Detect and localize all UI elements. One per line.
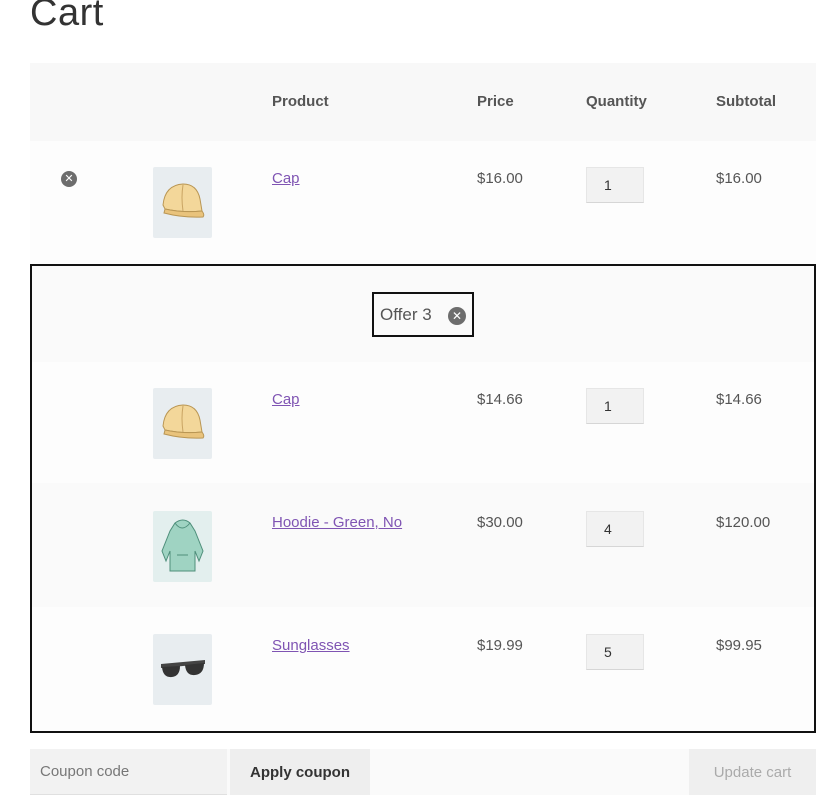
quantity-input[interactable]: 1	[586, 388, 644, 424]
offer-label: Offer 3	[380, 305, 432, 324]
header-price: Price	[477, 93, 514, 110]
coupon-input[interactable]	[30, 749, 227, 795]
cart-actions: Apply coupon Update cart	[30, 749, 816, 795]
offer-header: Offer 3 ✕	[32, 266, 814, 362]
header-subtotal: Subtotal	[716, 93, 776, 110]
sunglasses-image[interactable]	[153, 634, 212, 705]
table-row: Cap $14.66 1 $14.66	[32, 362, 814, 483]
offer-badge: Offer 3 ✕	[372, 292, 474, 337]
cap-image[interactable]	[153, 388, 212, 459]
table-row: ✕ Cap $16.00 1 $16.00	[30, 141, 816, 264]
product-link-sunglasses[interactable]: Sunglasses	[272, 637, 350, 654]
subtotal: $99.95	[716, 637, 762, 654]
remove-offer-icon[interactable]: ✕	[448, 307, 466, 325]
hoodie-image[interactable]	[153, 511, 212, 582]
price: $16.00	[477, 170, 523, 187]
table-row: Sunglasses $19.99 5 $99.95	[32, 607, 814, 731]
table-header: Product Price Quantity Subtotal	[30, 63, 816, 141]
cap-image[interactable]	[153, 167, 212, 238]
product-link-cap[interactable]: Cap	[272, 170, 300, 187]
offer-bundle: Offer 3 ✕ Cap $14.66 1 $14.66 Hoodie - G…	[30, 264, 816, 733]
header-quantity: Quantity	[586, 93, 647, 110]
apply-coupon-button[interactable]: Apply coupon	[230, 749, 370, 795]
remove-item-icon[interactable]: ✕	[61, 171, 77, 187]
product-link-cap[interactable]: Cap	[272, 391, 300, 408]
subtotal: $16.00	[716, 170, 762, 187]
price: $19.99	[477, 637, 523, 654]
price: $30.00	[477, 514, 523, 531]
table-row: Hoodie - Green, No $30.00 4 $120.00	[32, 483, 814, 607]
product-link-hoodie[interactable]: Hoodie - Green, No	[272, 514, 402, 531]
subtotal: $14.66	[716, 391, 762, 408]
subtotal: $120.00	[716, 514, 771, 531]
header-product: Product	[272, 93, 329, 110]
page-title: Cart	[30, 0, 104, 34]
price: $14.66	[477, 391, 523, 408]
quantity-input[interactable]: 4	[586, 511, 644, 547]
update-cart-button[interactable]: Update cart	[689, 749, 816, 795]
quantity-input[interactable]: 5	[586, 634, 644, 670]
quantity-input[interactable]: 1	[586, 167, 644, 203]
